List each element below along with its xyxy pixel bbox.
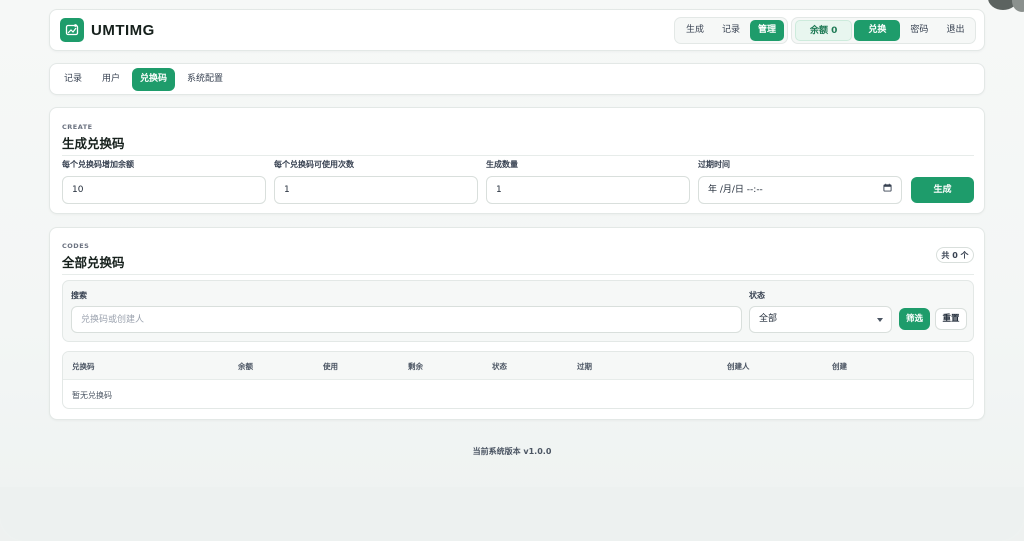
status-label: 状态 (749, 291, 765, 300)
logo-icon[interactable] (60, 18, 84, 42)
balance-badge: 余额 0 (795, 20, 853, 41)
search-input[interactable] (71, 306, 742, 333)
create-codes-card: CREATE 生成兑换码 每个兑换码增加余额 每个兑换码可使用次数 生成数量 过… (49, 107, 985, 214)
chevron-down-icon (877, 318, 883, 322)
top-navbar: UMTIMG 生成 记录 管理 余额 0 兑换 密码 退出 (49, 9, 985, 51)
admin-tabs-bar: 记录 用户 兑换码 系统配置 (49, 63, 985, 95)
version-footer: 当前系统版本 v1.0.0 (472, 447, 552, 456)
window-bottom-area (0, 487, 1024, 541)
col-remaining: 剩余 (408, 362, 423, 371)
filter-button[interactable]: 筛选 (899, 308, 930, 330)
nav-records[interactable]: 记录 (714, 20, 748, 41)
generate-button[interactable]: 生成 (911, 177, 974, 203)
filter-panel: 搜索 状态 全部 筛选 重置 (62, 280, 974, 342)
redeem-button[interactable]: 兑换 (854, 20, 901, 41)
create-title: 生成兑换码 (62, 136, 125, 151)
reset-button[interactable]: 重置 (935, 308, 967, 330)
empty-state-text: 暂无兑换码 (72, 391, 112, 400)
nav-generate[interactable]: 生成 (678, 20, 712, 41)
status-select[interactable]: 全部 (749, 306, 892, 333)
codes-eyebrow: CODES (62, 242, 90, 250)
expire-label: 过期时间 (698, 160, 730, 169)
amount-label: 每个兑换码增加余额 (62, 160, 134, 169)
divider (62, 155, 974, 156)
brand-name[interactable]: UMTIMG (91, 22, 155, 39)
tab-records[interactable]: 记录 (56, 68, 90, 91)
divider (62, 274, 974, 275)
create-eyebrow: CREATE (62, 123, 93, 131)
count-label: 生成数量 (486, 160, 518, 169)
col-created: 创建 (832, 362, 847, 371)
calendar-icon[interactable] (883, 177, 892, 203)
uses-label: 每个兑换码可使用次数 (274, 160, 354, 169)
total-count-badge: 共 0 个 (936, 247, 974, 263)
col-used: 使用 (323, 362, 338, 371)
expire-placeholder: 年 /月/日 --:-- (708, 185, 763, 195)
col-expire: 过期 (577, 362, 592, 371)
uses-input[interactable] (274, 176, 478, 204)
col-status: 状态 (492, 362, 507, 371)
count-input[interactable] (486, 176, 690, 204)
col-code: 兑换码 (72, 362, 95, 371)
tab-redeem-codes[interactable]: 兑换码 (132, 68, 176, 91)
codes-table: 兑换码 余额 使用 剩余 状态 过期 创建人 创建 暂无兑换码 (62, 351, 974, 409)
logout-button[interactable]: 退出 (938, 20, 972, 41)
table-header: 兑换码 余额 使用 剩余 状态 过期 创建人 创建 (63, 352, 973, 380)
tab-users[interactable]: 用户 (94, 68, 128, 91)
expire-datetime-input[interactable]: 年 /月/日 --:-- (698, 176, 902, 204)
password-button[interactable]: 密码 (902, 20, 936, 41)
codes-title: 全部兑换码 (62, 255, 125, 270)
amount-input[interactable] (62, 176, 266, 204)
search-label: 搜索 (71, 291, 87, 300)
main-nav: 生成 记录 管理 (674, 17, 789, 44)
tab-system-config[interactable]: 系统配置 (179, 68, 231, 91)
status-selected-value: 全部 (759, 314, 778, 324)
nav-admin[interactable]: 管理 (750, 20, 785, 41)
codes-list-card: CODES 全部兑换码 共 0 个 搜索 状态 全部 筛选 重置 兑换码 余额 … (49, 227, 985, 420)
col-balance: 余额 (238, 362, 253, 371)
account-nav: 余额 0 兑换 密码 退出 (791, 17, 977, 44)
col-creator: 创建人 (727, 362, 750, 371)
